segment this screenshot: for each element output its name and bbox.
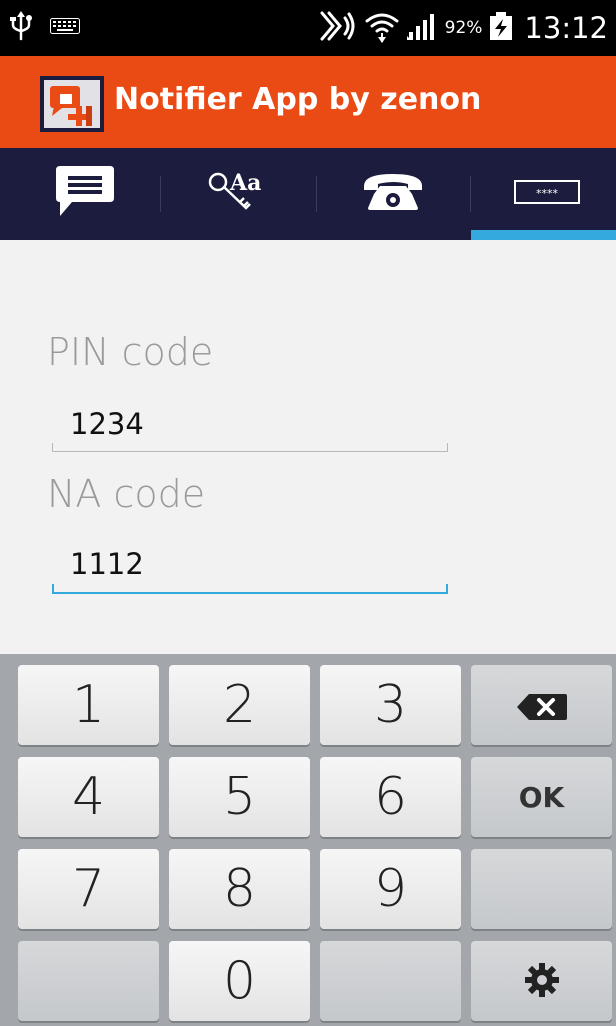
pin-code-input[interactable] (52, 398, 448, 450)
signal-icon (406, 12, 437, 44)
tab-phone[interactable] (316, 148, 470, 240)
key-0[interactable]: 0 (169, 941, 310, 1021)
empty-key[interactable] (18, 941, 159, 1021)
key-6[interactable]: 6 (320, 757, 461, 837)
status-bar: 92% 13:12 (0, 0, 616, 56)
password-icon-label: **** (536, 187, 559, 200)
key-1[interactable]: 1 (18, 665, 159, 745)
nfc-icon (319, 10, 357, 46)
key-2[interactable]: 2 (169, 665, 310, 745)
phone-icon (362, 172, 424, 216)
tab-messages[interactable] (8, 148, 162, 240)
zenon-logo-icon (40, 76, 104, 132)
svg-text:Aa: Aa (229, 170, 261, 196)
key-5[interactable]: 5 (169, 757, 310, 837)
pin-code-underline (52, 443, 448, 452)
na-code-input[interactable] (52, 538, 448, 590)
tab-divider (160, 176, 161, 212)
key-4[interactable]: 4 (18, 757, 159, 837)
password-icon: **** (514, 180, 580, 208)
wifi-icon (365, 9, 399, 47)
app-title: Notifier App by zenon (114, 82, 482, 117)
pin-form: PIN code NA code (0, 240, 616, 654)
tab-password[interactable]: **** (470, 148, 616, 240)
status-bar-left (10, 10, 80, 46)
ok-key[interactable]: OK (471, 757, 612, 837)
status-time: 13:12 (524, 11, 608, 45)
status-bar-right: 92% 13:12 (319, 6, 608, 50)
na-code-underline (52, 584, 448, 594)
battery-charging-icon (490, 12, 513, 44)
tab-bar: Aa **** (0, 148, 616, 240)
key-7[interactable]: 7 (18, 849, 159, 929)
key-3[interactable]: 3 (320, 665, 461, 745)
pin-code-label: PIN code (47, 330, 214, 374)
settings-key[interactable] (471, 941, 612, 1021)
key-8[interactable]: 8 (169, 849, 310, 929)
message-icon (54, 164, 116, 224)
gear-icon (524, 951, 560, 1011)
na-code-label: NA code (47, 472, 206, 516)
app-bar: Notifier App by zenon (0, 56, 616, 148)
tab-access-codes[interactable]: Aa (162, 148, 316, 240)
empty-key[interactable] (320, 941, 461, 1021)
keyboard-icon (50, 18, 80, 38)
key-text-icon: Aa (206, 168, 272, 220)
backspace-icon (515, 675, 569, 735)
usb-icon (10, 11, 32, 45)
numeric-keyboard: 1 2 3 4 5 6 OK 7 8 9 0 (0, 654, 616, 1026)
battery-percent: 92% (444, 18, 483, 38)
empty-key[interactable] (471, 849, 612, 929)
key-9[interactable]: 9 (320, 849, 461, 929)
app-screen: 92% 13:12 Notifier App by zenon Aa **** … (0, 0, 616, 1026)
tab-selected-indicator (471, 230, 616, 240)
backspace-key[interactable] (471, 665, 612, 745)
